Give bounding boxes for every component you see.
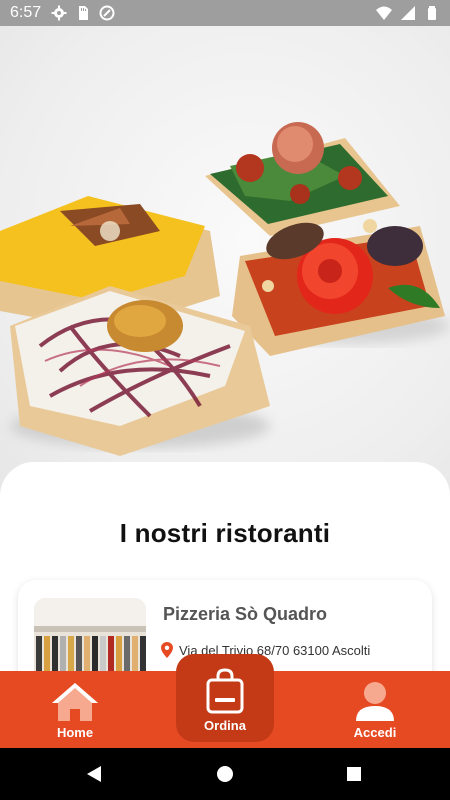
nav-home-label: Home (56, 725, 94, 740)
nav-ordina[interactable]: Ordina (176, 654, 274, 742)
back-icon (87, 766, 101, 782)
android-home-button[interactable] (195, 748, 255, 800)
status-bar: 6:57 (0, 0, 450, 26)
home-icon (52, 683, 98, 721)
nav-accedi-label: Accedi (353, 725, 397, 740)
location-pin-icon (161, 642, 173, 658)
nav-ordina-label: Ordina (204, 718, 246, 733)
user-icon (356, 682, 394, 721)
status-time: 6:57 (10, 4, 42, 21)
section-title: I nostri ristoranti (119, 518, 331, 548)
signal-icon (401, 6, 415, 20)
shopping-bag-icon (206, 668, 244, 714)
restaurant-name: Pizzeria Sò Quadro (163, 604, 328, 624)
nav-accedi[interactable]: Accedi (340, 671, 410, 748)
battery-icon (428, 6, 436, 20)
pizza-illustration (0, 122, 450, 456)
android-back-button[interactable] (64, 748, 124, 800)
sd-card-icon (79, 6, 89, 20)
wifi-icon (376, 6, 392, 20)
recents-icon (347, 767, 361, 781)
android-nav-bar (0, 748, 450, 800)
status-right-icons (376, 5, 440, 21)
gear-icon (51, 5, 67, 21)
home-circle-icon (217, 766, 233, 782)
nav-home[interactable]: Home (40, 671, 110, 748)
no-disturb-icon (99, 5, 115, 21)
status-left-icons (51, 5, 115, 21)
hero-food-image (0, 26, 450, 496)
android-recents-button[interactable] (324, 748, 384, 800)
